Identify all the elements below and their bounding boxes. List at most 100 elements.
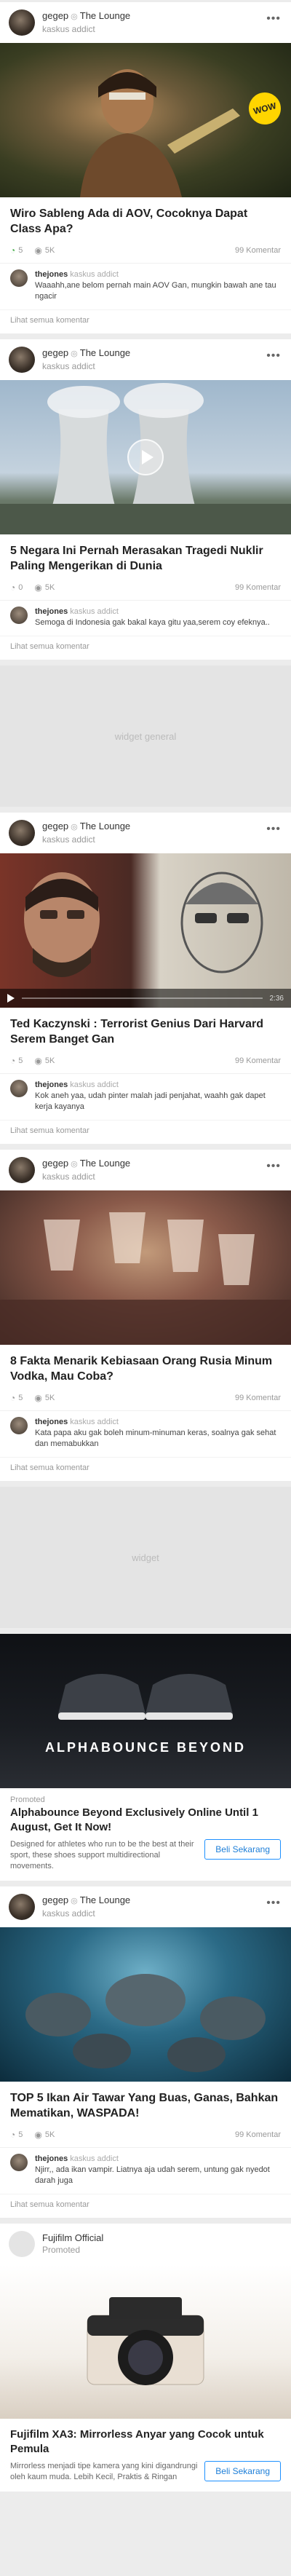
commenter-avatar[interactable]	[10, 269, 28, 287]
promo-title[interactable]: Fujifilm XA3: Mirrorless Anyar yang Coco…	[10, 2427, 281, 2457]
share-icon[interactable]: ◔	[10, 1056, 15, 1066]
comment-item: thejones kaskus addict Kok aneh yaa, udah…	[0, 1073, 291, 1120]
video-controls: 2:36	[0, 989, 291, 1008]
more-dots-icon[interactable]: •••	[266, 12, 281, 25]
more-dots-icon[interactable]: •••	[266, 1160, 281, 1173]
play-icon[interactable]	[7, 994, 15, 1003]
comment-count[interactable]: 99 Komentar	[235, 1056, 281, 1065]
eye-icon: ◉	[34, 1056, 42, 1066]
view-count: 5K	[44, 1394, 55, 1402]
comment-text: Kok aneh yaa, udah pinter malah jadi pen…	[35, 1091, 266, 1111]
more-dots-icon[interactable]: •••	[266, 823, 281, 836]
see-all-comments-link[interactable]: Lihat semua komentar	[0, 2194, 291, 2218]
post-channel[interactable]: The Lounge	[80, 1158, 130, 1169]
widget-placeholder: widget	[0, 1487, 291, 1628]
share-icon[interactable]: ◔	[10, 1393, 15, 1403]
brand-logo[interactable]	[9, 2231, 35, 2257]
see-all-comments-link[interactable]: Lihat semua komentar	[0, 1457, 291, 1481]
glasses-toast-illustration	[0, 1212, 291, 1345]
buy-now-button[interactable]: Beli Sekarang	[204, 2461, 281, 2481]
share-count: 5	[18, 1056, 23, 1065]
see-all-comments-link[interactable]: Lihat semua komentar	[0, 309, 291, 333]
commenter-rank: kaskus addict	[70, 607, 119, 616]
eye-icon: ◉	[34, 2130, 42, 2140]
eye-icon: ◉	[34, 1393, 42, 1403]
video-progress-track[interactable]	[22, 997, 263, 999]
channel-separator-icon: ◎	[71, 12, 78, 21]
avatar[interactable]	[9, 1157, 35, 1183]
share-icon[interactable]: ◔	[10, 245, 15, 256]
commenter-avatar[interactable]	[10, 1080, 28, 1097]
view-count: 5K	[44, 1056, 55, 1065]
share-count: 0	[18, 583, 23, 592]
post-video-thumbnail[interactable]	[0, 380, 291, 534]
widget-placeholder: widget general	[0, 665, 291, 807]
post-card: gegep ◎ The Lounge kaskus addict ••• TOP 5…	[0, 1886, 291, 2218]
view-count: 5K	[44, 583, 55, 592]
post-channel[interactable]: The Lounge	[80, 821, 130, 831]
commenter-name[interactable]: thejones	[35, 607, 68, 616]
promoted-card: ALPHABOUNCE BEYOND Promoted Alphabounce …	[0, 1634, 291, 1881]
share-count: 5	[18, 1394, 23, 1402]
commenter-avatar[interactable]	[10, 1417, 28, 1434]
avatar[interactable]	[9, 1894, 35, 1920]
avatar[interactable]	[9, 820, 35, 846]
promo-title[interactable]: Alphabounce Beyond Exclusively Online Un…	[10, 1806, 281, 1835]
comment-text: Semoga di Indonesia gak bakal kaya gitu …	[35, 618, 270, 627]
post-video-player[interactable]: 2:36	[0, 853, 291, 1008]
post-title[interactable]: 8 Fakta Menarik Kebiasaan Orang Rusia Mi…	[0, 1345, 291, 1390]
buy-now-button[interactable]: Beli Sekarang	[204, 1839, 281, 1860]
commenter-avatar[interactable]	[10, 2154, 28, 2171]
play-icon[interactable]	[127, 439, 164, 475]
post-title[interactable]: TOP 5 Ikan Air Tawar Yang Buas, Ganas, B…	[0, 2082, 291, 2127]
commenter-rank: kaskus addict	[70, 270, 119, 279]
brand-name[interactable]: Fujifilm Official	[42, 2232, 103, 2244]
comment-text: Njirr,, ada ikan vampir. Liatnya aja uda…	[35, 2165, 270, 2185]
eye-icon: ◉	[34, 582, 42, 593]
post-author[interactable]: gegep	[42, 347, 68, 358]
post-author[interactable]: gegep	[42, 10, 68, 21]
post-channel[interactable]: The Lounge	[80, 1895, 130, 1905]
commenter-rank: kaskus addict	[70, 1080, 119, 1089]
see-all-comments-link[interactable]: Lihat semua komentar	[0, 1120, 291, 1144]
shoes-illustration	[58, 1674, 233, 1720]
more-dots-icon[interactable]: •••	[266, 1897, 281, 1910]
post-channel[interactable]: The Lounge	[80, 10, 130, 21]
commenter-name[interactable]: thejones	[35, 1418, 68, 1426]
promo-image[interactable]	[0, 2264, 291, 2419]
post-image[interactable]	[0, 1927, 291, 2082]
comment-text: Kata papa aku gak boleh minum-minuman ke…	[35, 1429, 276, 1448]
commenter-name[interactable]: thejones	[35, 270, 68, 279]
comment-item: thejones kaskus addict Njirr,, ada ikan v…	[0, 2147, 291, 2194]
view-count: 5K	[44, 246, 55, 255]
see-all-comments-link[interactable]: Lihat semua komentar	[0, 636, 291, 660]
post-author[interactable]: gegep	[42, 1158, 68, 1169]
post-title[interactable]: 5 Negara Ini Pernah Merasakan Tragedi Nu…	[0, 534, 291, 580]
post-author[interactable]: gegep	[42, 821, 68, 831]
avatar[interactable]	[9, 347, 35, 373]
more-dots-icon[interactable]: •••	[266, 349, 281, 363]
post-image[interactable]: WOW	[0, 43, 291, 197]
comment-count[interactable]: 99 Komentar	[235, 246, 281, 255]
commenter-name[interactable]: thejones	[35, 2154, 68, 2163]
video-duration: 2:36	[269, 994, 284, 1003]
author-rank: kaskus addict	[42, 1172, 95, 1182]
post-title[interactable]: Wiro Sableng Ada di AOV, Cocoknya Dapat …	[0, 197, 291, 242]
post-author[interactable]: gegep	[42, 1895, 68, 1905]
post-image[interactable]	[0, 1190, 291, 1345]
commenter-name[interactable]: thejones	[35, 1080, 68, 1089]
avatar[interactable]	[9, 9, 35, 36]
comment-count[interactable]: 99 Komentar	[235, 583, 281, 592]
comment-count[interactable]: 99 Komentar	[235, 2130, 281, 2139]
promo-image[interactable]: ALPHABOUNCE BEYOND	[0, 1634, 291, 1788]
share-icon[interactable]: ◔	[10, 2130, 15, 2140]
comment-count[interactable]: 99 Komentar	[235, 1394, 281, 1402]
share-icon[interactable]: ◔	[10, 582, 15, 593]
post-channel[interactable]: The Lounge	[80, 347, 130, 358]
warrior-illustration	[80, 69, 240, 197]
author-rank: kaskus addict	[42, 361, 95, 371]
author-rank: kaskus addict	[42, 834, 95, 845]
promoted-label: Promoted	[10, 1795, 45, 1804]
commenter-avatar[interactable]	[10, 607, 28, 624]
post-title[interactable]: Ted Kaczynski : Terrorist Genius Dari Ha…	[0, 1008, 291, 1053]
